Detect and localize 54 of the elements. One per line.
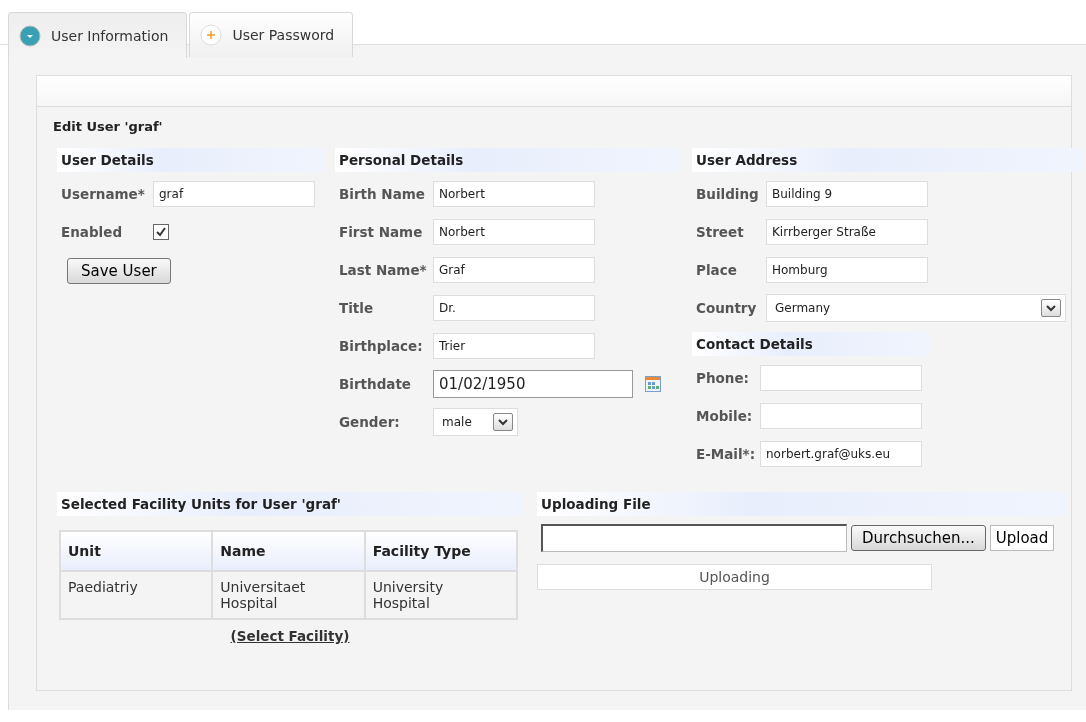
input-field[interactable]: Homburg	[766, 257, 928, 283]
field-label: Enabled	[61, 224, 124, 240]
section-header: Uploading File	[537, 492, 1067, 516]
field-label: Street	[696, 224, 745, 240]
table-cell: Paediatriy	[60, 571, 213, 619]
section-header: Personal Details	[335, 148, 680, 172]
section-header: User Address	[692, 148, 1084, 172]
section-header: Contact Details	[692, 332, 929, 356]
column-header: Name	[212, 531, 365, 571]
field-label: Phone:	[696, 370, 750, 386]
checkbox[interactable]	[153, 224, 169, 240]
field-label: Gender:	[339, 414, 401, 430]
section-header: User Details	[57, 148, 323, 172]
browse-button[interactable]: Durchsuchen...	[851, 525, 986, 551]
field-label: First Name	[339, 224, 424, 240]
table-cell: University Hospital	[364, 571, 517, 619]
save-button[interactable]: Save User	[67, 258, 171, 284]
date-field[interactable]: 01/02/1950	[433, 370, 633, 398]
table-cell: Universitaet Hospital	[212, 571, 365, 619]
file-field[interactable]	[541, 524, 847, 552]
select-facility-link[interactable]: (Select Facility)	[230, 628, 350, 644]
input-field[interactable]	[760, 365, 922, 391]
field-label: Place	[696, 262, 738, 278]
input-field[interactable]: Norbert	[433, 181, 595, 207]
calendar-icon[interactable]	[645, 376, 661, 392]
field-label: Title	[339, 300, 375, 316]
dropdown[interactable]: Germany	[766, 294, 1066, 322]
input-field[interactable]: Dr.	[433, 295, 595, 321]
field-label: Birth Name	[339, 186, 426, 202]
column-header: Facility Type	[364, 531, 517, 571]
input-field[interactable]: graf	[153, 181, 315, 207]
field-label: Username*	[61, 186, 146, 202]
field-label: Birthplace:	[339, 338, 424, 354]
input-field[interactable]: Building 9	[766, 181, 928, 207]
form-title: Edit User 'graf'	[53, 119, 163, 134]
field-label: E-Mail*:	[696, 446, 757, 462]
section-header: Selected Facility Units for User 'graf'	[57, 492, 523, 516]
input-field[interactable]: Norbert	[433, 219, 595, 245]
upload-button[interactable]: Upload	[989, 525, 1055, 551]
field-label: Birthdate	[339, 376, 413, 392]
column-header: Unit	[60, 531, 213, 571]
dropdown[interactable]: male	[433, 408, 518, 436]
tab[interactable]: User Password	[189, 12, 354, 57]
plus-icon	[200, 24, 223, 46]
input-field[interactable]: Trier	[433, 333, 595, 359]
field-label: Building	[696, 186, 760, 202]
field-label: Last Name*	[339, 262, 428, 278]
input-field[interactable]: Kirrberger Straße	[766, 219, 928, 245]
input-field[interactable]	[760, 403, 922, 429]
field-label: Country	[696, 300, 758, 316]
input-field[interactable]: norbert.graf@uks.eu	[760, 441, 922, 467]
tab[interactable]: User Information	[8, 12, 188, 58]
input-field[interactable]: Graf	[433, 257, 595, 283]
field-label: Mobile:	[696, 408, 754, 424]
